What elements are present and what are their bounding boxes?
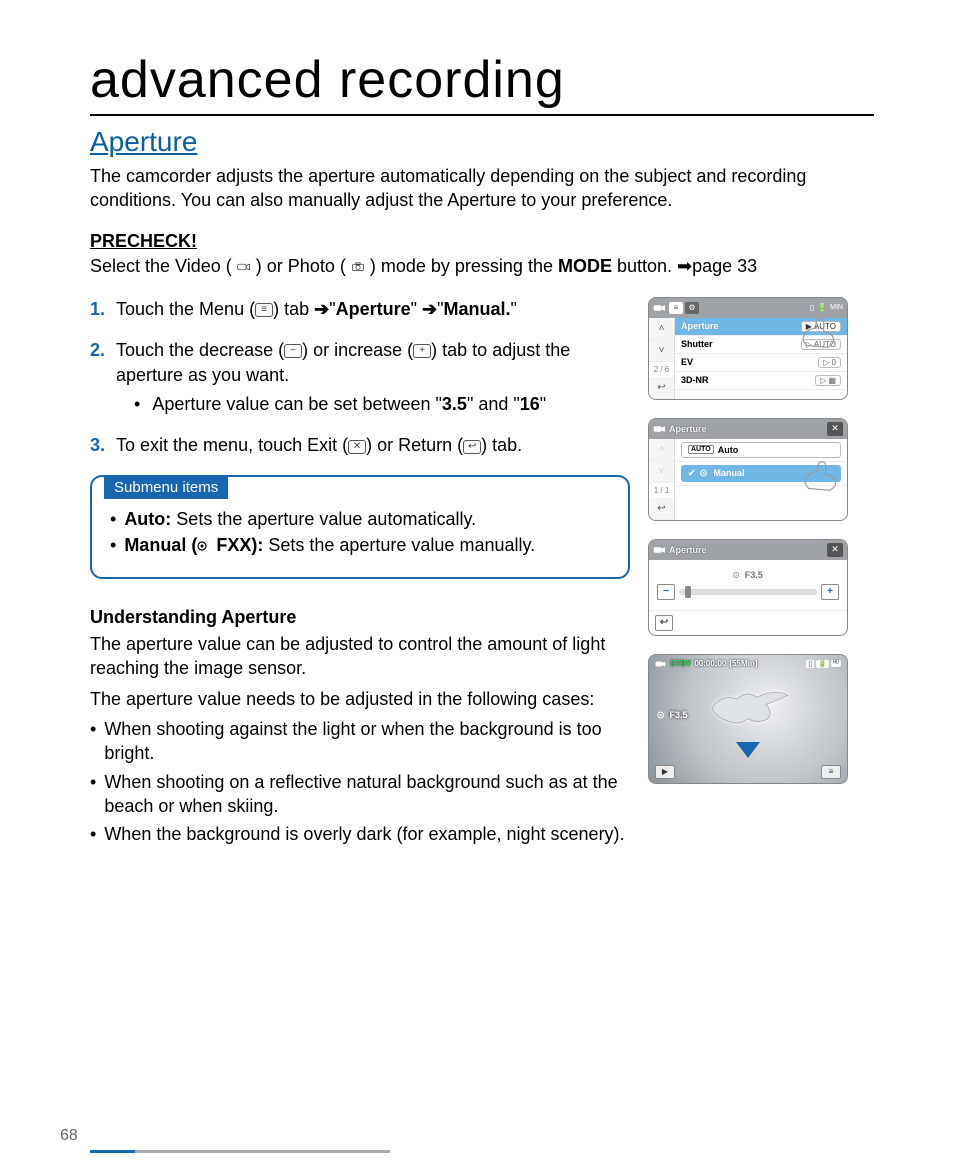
precheck-line: Select the Video ( ) or Photo ( ) mode b…: [90, 256, 874, 277]
page-indicator: 2 / 6: [649, 362, 674, 377]
step-2-number: 2.: [90, 338, 116, 418]
increase-button[interactable]: +: [821, 584, 839, 600]
timecode: 00:00:00: [694, 659, 726, 668]
menu-row-shutter[interactable]: Shutter ▷AUTO: [675, 336, 847, 354]
video-mode-icon: [237, 261, 251, 273]
option-auto[interactable]: AUTOAuto: [675, 439, 847, 462]
decrease-button[interactable]: −: [657, 584, 675, 600]
step-1-number: 1.: [90, 297, 116, 322]
submenu-box: Submenu items Auto: Sets the aperture va…: [90, 475, 630, 580]
play-indicator-icon: [736, 742, 760, 758]
submenu-manual: Manual ( FXX): Sets the aperture value m…: [110, 533, 610, 557]
step-2-text: Touch the decrease (−) or increase (+) t…: [116, 338, 630, 418]
option-manual[interactable]: ✔Manual: [675, 462, 847, 486]
steps-list: 1. Touch the Menu (≡) tab ➔"Aperture" ➔"…: [90, 297, 630, 459]
intro-text: The camcorder adjusts the aperture autom…: [90, 164, 874, 213]
scroll-down-button[interactable]: ˅: [649, 461, 674, 483]
manual-aperture-icon: [197, 541, 211, 551]
video-icon: [653, 544, 667, 556]
case-1: When shooting against the light or when …: [104, 717, 630, 766]
chapter-title: advanced recording: [90, 50, 874, 116]
manual-aperture-icon: [700, 469, 710, 477]
exit-icon: ✕: [348, 440, 366, 454]
step-1-text: Touch the Menu (≡) tab ➔"Aperture" ➔"Man…: [116, 297, 630, 322]
stby-label: STBY: [670, 659, 691, 668]
aperture-value: F3.5: [657, 570, 839, 580]
remaining: [55Min]: [729, 659, 757, 668]
submenu-auto: Auto: Sets the aperture value automatica…: [110, 507, 610, 531]
precheck-label: PRECHECK!: [90, 231, 874, 252]
step-3-text: To exit the menu, touch Exit (✕) or Retu…: [116, 433, 630, 458]
settings-tab-icon[interactable]: ⚙: [685, 302, 699, 314]
increase-icon: +: [413, 344, 431, 358]
screenshot-aperture-options: Aperture ✕ ˄ ˅ 1 / 1 ↩ AUTOAuto ✔Manual: [648, 418, 848, 521]
menu-row-3dnr[interactable]: 3D-NR ▷▦: [675, 372, 847, 390]
case-3: When the background is overly dark (for …: [104, 822, 624, 846]
screenshot-live-preview: STBY 00:00:00 [55Min] ▯🔋ᴴᴰ F3.5 ▶ ≡: [648, 654, 848, 784]
video-icon: [653, 423, 667, 435]
scroll-up-button[interactable]: ˄: [649, 318, 674, 340]
menu-tab-icon: ≡: [255, 303, 273, 317]
understanding-p1: The aperture value can be adjusted to co…: [90, 632, 630, 681]
menu-row-ev[interactable]: EV ▷0: [675, 354, 847, 372]
menu-tab-icon[interactable]: ≡: [669, 302, 683, 314]
playback-button[interactable]: ▶: [655, 765, 675, 779]
card-title: Aperture: [669, 424, 707, 434]
page-indicator: 1 / 1: [649, 483, 674, 498]
aperture-overlay: F3.5: [657, 710, 688, 720]
return-button[interactable]: ↩: [649, 498, 674, 520]
case-2: When shooting on a reflective natural ba…: [104, 770, 630, 819]
bird-illustration: [703, 688, 793, 728]
aperture-slider[interactable]: [679, 589, 817, 595]
video-icon: [653, 302, 667, 314]
video-icon: [655, 659, 667, 669]
status-icons: ▯🔋ᴴᴰ: [806, 660, 841, 668]
cases-list: When shooting against the light or when …: [90, 717, 630, 846]
step-2-bullet: Aperture value can be set between "3.5" …: [134, 392, 630, 417]
card-title: Aperture: [669, 545, 707, 555]
menu-button[interactable]: ≡: [821, 765, 841, 779]
return-button[interactable]: ↩: [649, 377, 674, 399]
understanding-p2: The aperture value needs to be adjusted …: [90, 687, 630, 711]
screenshot-menu-list: ≡ ⚙ ▯🔋MIN ˄ ˅ 2 / 6 ↩ Aperture ▶AUTO: [648, 297, 848, 400]
scroll-up-button[interactable]: ˄: [649, 439, 674, 461]
return-icon: ↩: [463, 440, 481, 454]
close-button[interactable]: ✕: [827, 422, 843, 436]
screenshot-aperture-slider: Aperture ✕ F3.5 − + ↩: [648, 539, 848, 636]
scroll-down-button[interactable]: ˅: [649, 340, 674, 362]
understanding-heading: Understanding Aperture: [90, 607, 630, 628]
menu-row-aperture[interactable]: Aperture ▶AUTO: [675, 318, 847, 336]
return-button[interactable]: ↩: [655, 615, 673, 631]
footer-accent-bar: [90, 1150, 390, 1153]
section-title: Aperture: [90, 126, 874, 158]
status-icons: ▯🔋MIN: [810, 303, 843, 312]
submenu-tag: Submenu items: [104, 476, 228, 499]
page-number: 68: [60, 1127, 78, 1145]
close-button[interactable]: ✕: [827, 543, 843, 557]
step-3-number: 3.: [90, 433, 116, 458]
decrease-icon: −: [284, 344, 302, 358]
photo-mode-icon: [351, 261, 365, 273]
